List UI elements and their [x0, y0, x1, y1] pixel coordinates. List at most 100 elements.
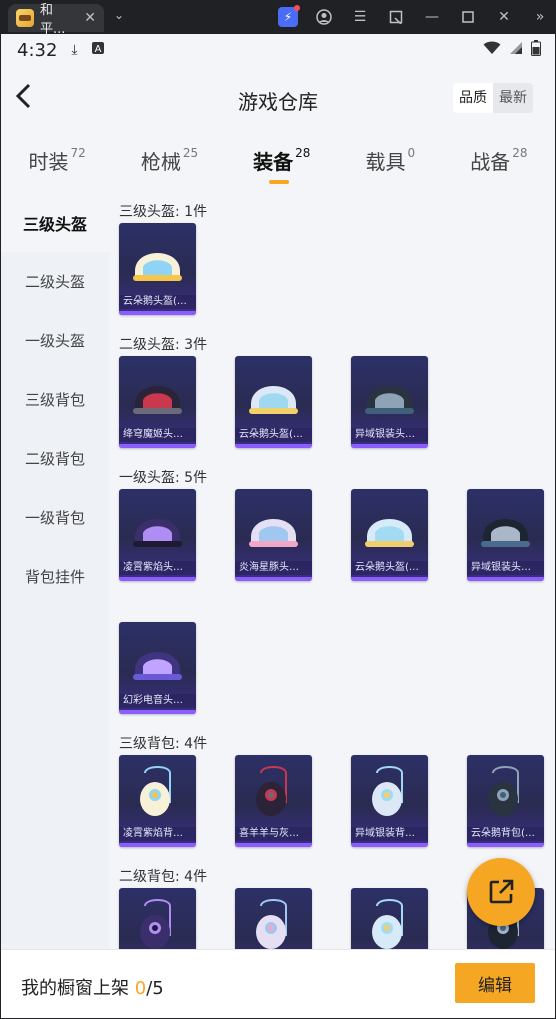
item-card[interactable]: 凌霄紫焰头盔... — [119, 489, 196, 581]
sidebar: 三级头盔 二级头盔 一级头盔 三级背包 二级背包 一级背包 背包挂件 — [1, 193, 109, 949]
item-name: 云朵鹅头盔(1... — [351, 561, 428, 575]
wifi-icon — [483, 41, 501, 59]
helmet-icon — [133, 386, 182, 414]
svg-text:A: A — [94, 44, 101, 54]
item-name: 云朵鹅头盔(2... — [235, 428, 312, 442]
item-card[interactable] — [119, 888, 196, 949]
tab-equipment[interactable]: 装备 28 — [253, 146, 311, 184]
item-card[interactable]: 凌霄紫焰背包... — [119, 755, 196, 847]
item-name: 异域银装头盔... — [351, 428, 428, 442]
tab-dropdown-icon[interactable]: ⌄ — [114, 8, 124, 22]
helmet-icon — [133, 519, 182, 547]
item-card[interactable]: 幻彩电音头盔... — [119, 622, 196, 714]
helmet-icon — [249, 519, 298, 547]
tab-count: 0 — [407, 146, 416, 160]
screenshot-icon[interactable] — [386, 7, 406, 27]
browser-tab[interactable]: 和平... ✕ — [8, 3, 104, 37]
sidebar-item-level2-backpack[interactable]: 二级背包 — [1, 429, 109, 488]
item-card[interactable]: 喜羊羊与灰太... — [235, 755, 312, 847]
sort-toggle: 品质 最新 — [453, 83, 533, 113]
item-card[interactable]: 云朵鹅背包(3... — [467, 755, 544, 847]
backpack-icon — [256, 766, 287, 816]
section-title: 三级背包: 4件 — [119, 736, 208, 752]
sidebar-item-level3-backpack[interactable]: 三级背包 — [1, 370, 109, 429]
bottom-bar: 我的橱窗上架 0/5 编辑 — [1, 949, 555, 1018]
sidebar-item-level1-backpack[interactable]: 一级背包 — [1, 488, 109, 547]
tab-vehicles[interactable]: 载具 0 — [366, 146, 416, 175]
maximize-icon[interactable] — [458, 7, 478, 27]
tab-label: 枪械 — [140, 150, 181, 174]
backpack-icon — [256, 899, 287, 949]
item-card[interactable]: 异域银装头盔... — [467, 489, 544, 581]
item-card[interactable] — [235, 888, 312, 949]
window-controls: ⚡ ☰ — ✕ » — [278, 5, 550, 27]
sort-newest-button[interactable]: 最新 — [493, 83, 533, 113]
sidebar-item-backpack-pendant[interactable]: 背包挂件 — [1, 547, 109, 606]
tab-count: 28 — [295, 146, 311, 160]
close-icon[interactable]: ✕ — [494, 7, 514, 27]
sidebar-item-level1-helmet[interactable]: 一级头盔 — [1, 311, 109, 370]
backpack-icon — [140, 899, 171, 949]
profile-icon[interactable] — [314, 7, 334, 27]
tab-label: 装备 — [253, 150, 294, 174]
item-name: 凌霄紫焰头盔... — [119, 561, 196, 575]
helmet-icon — [365, 519, 414, 547]
tab-close-icon[interactable]: ✕ — [84, 10, 96, 26]
share-button[interactable] — [467, 858, 535, 926]
item-card[interactable] — [351, 888, 428, 949]
edit-button[interactable]: 编辑 — [455, 963, 535, 1003]
minimize-icon[interactable]: — — [422, 7, 442, 27]
bolt-icon[interactable]: ⚡ — [278, 5, 300, 27]
helmet-icon — [365, 386, 414, 414]
tab-title: 和平... — [39, 3, 66, 37]
item-name: 喜羊羊与灰太... — [235, 827, 312, 841]
backpack-icon — [488, 766, 519, 816]
tab-count: 28 — [512, 146, 528, 160]
helmet-icon — [133, 253, 182, 281]
more-icon[interactable]: » — [530, 7, 550, 27]
helmet-icon — [481, 519, 530, 547]
showcase-total: /5 — [146, 978, 164, 999]
item-name: 绛穹魔姬头盔... — [119, 428, 196, 442]
section-title: 一级头盔: 5件 — [119, 470, 208, 486]
category-tabs: 时装 72 枪械 25 装备 28 载具 0 战备 28 — [1, 134, 555, 190]
sidebar-item-level3-helmet[interactable]: 三级头盔 — [1, 193, 109, 252]
tab-supplies[interactable]: 战备 28 — [470, 146, 527, 175]
item-card[interactable]: 云朵鹅头盔(1... — [351, 489, 428, 581]
item-card[interactable]: 异域银装背包... — [351, 755, 428, 847]
app-screen: 4:32 ⤓ A 游戏仓库 品质 最新 时装 72 枪械 25 装备 28 载具… — [1, 34, 555, 1018]
item-card[interactable]: 异域银装头盔... — [351, 356, 428, 448]
item-card[interactable]: 炎海星豚头盔... — [235, 489, 312, 581]
item-name: 幻彩电音头盔... — [119, 694, 196, 708]
item-card[interactable]: 云朵鹅头盔(3... — [119, 223, 196, 315]
sort-quality-button[interactable]: 品质 — [453, 83, 493, 113]
item-name: 凌霄紫焰背包... — [119, 827, 196, 841]
battery-icon — [531, 40, 541, 60]
showcase-label: 我的橱窗上架 — [21, 978, 135, 999]
tab-label: 载具 — [365, 150, 406, 174]
notification-dot — [294, 5, 300, 11]
page-header: 游戏仓库 品质 最新 — [1, 66, 555, 130]
tab-label: 时装 — [28, 150, 69, 174]
sidebar-item-level2-helmet[interactable]: 二级头盔 — [1, 252, 109, 311]
tab-count: 25 — [182, 146, 199, 160]
menu-icon[interactable]: ☰ — [350, 7, 370, 27]
item-card[interactable]: 云朵鹅头盔(2... — [235, 356, 312, 448]
active-tab-indicator — [269, 180, 290, 184]
helmet-icon — [249, 386, 298, 414]
item-name: 异域银装头盔... — [467, 561, 544, 575]
section-title: 三级头盔: 1件 — [119, 204, 208, 220]
tab-fashion[interactable]: 时装 72 — [29, 146, 86, 175]
tab-label: 战备 — [470, 150, 511, 174]
tab-guns[interactable]: 枪械 25 — [141, 146, 198, 175]
status-bar: 4:32 ⤓ A — [1, 34, 555, 66]
item-grid: 三级头盔: 1件 云朵鹅头盔(3... 二级头盔: 3件 绛穹魔姬头盔... 云朵鹅头盔… — [109, 193, 555, 949]
item-card[interactable]: 绛穹魔姬头盔... — [119, 356, 196, 448]
tab-count: 72 — [70, 146, 86, 160]
showcase-status: 我的橱窗上架 0/5 — [21, 974, 164, 1000]
item-name: 炎海星豚头盔... — [235, 561, 312, 575]
showcase-count: 0 — [134, 978, 147, 999]
helmet-icon — [133, 652, 182, 680]
status-right — [483, 40, 541, 60]
app-favicon-icon — [16, 9, 34, 27]
